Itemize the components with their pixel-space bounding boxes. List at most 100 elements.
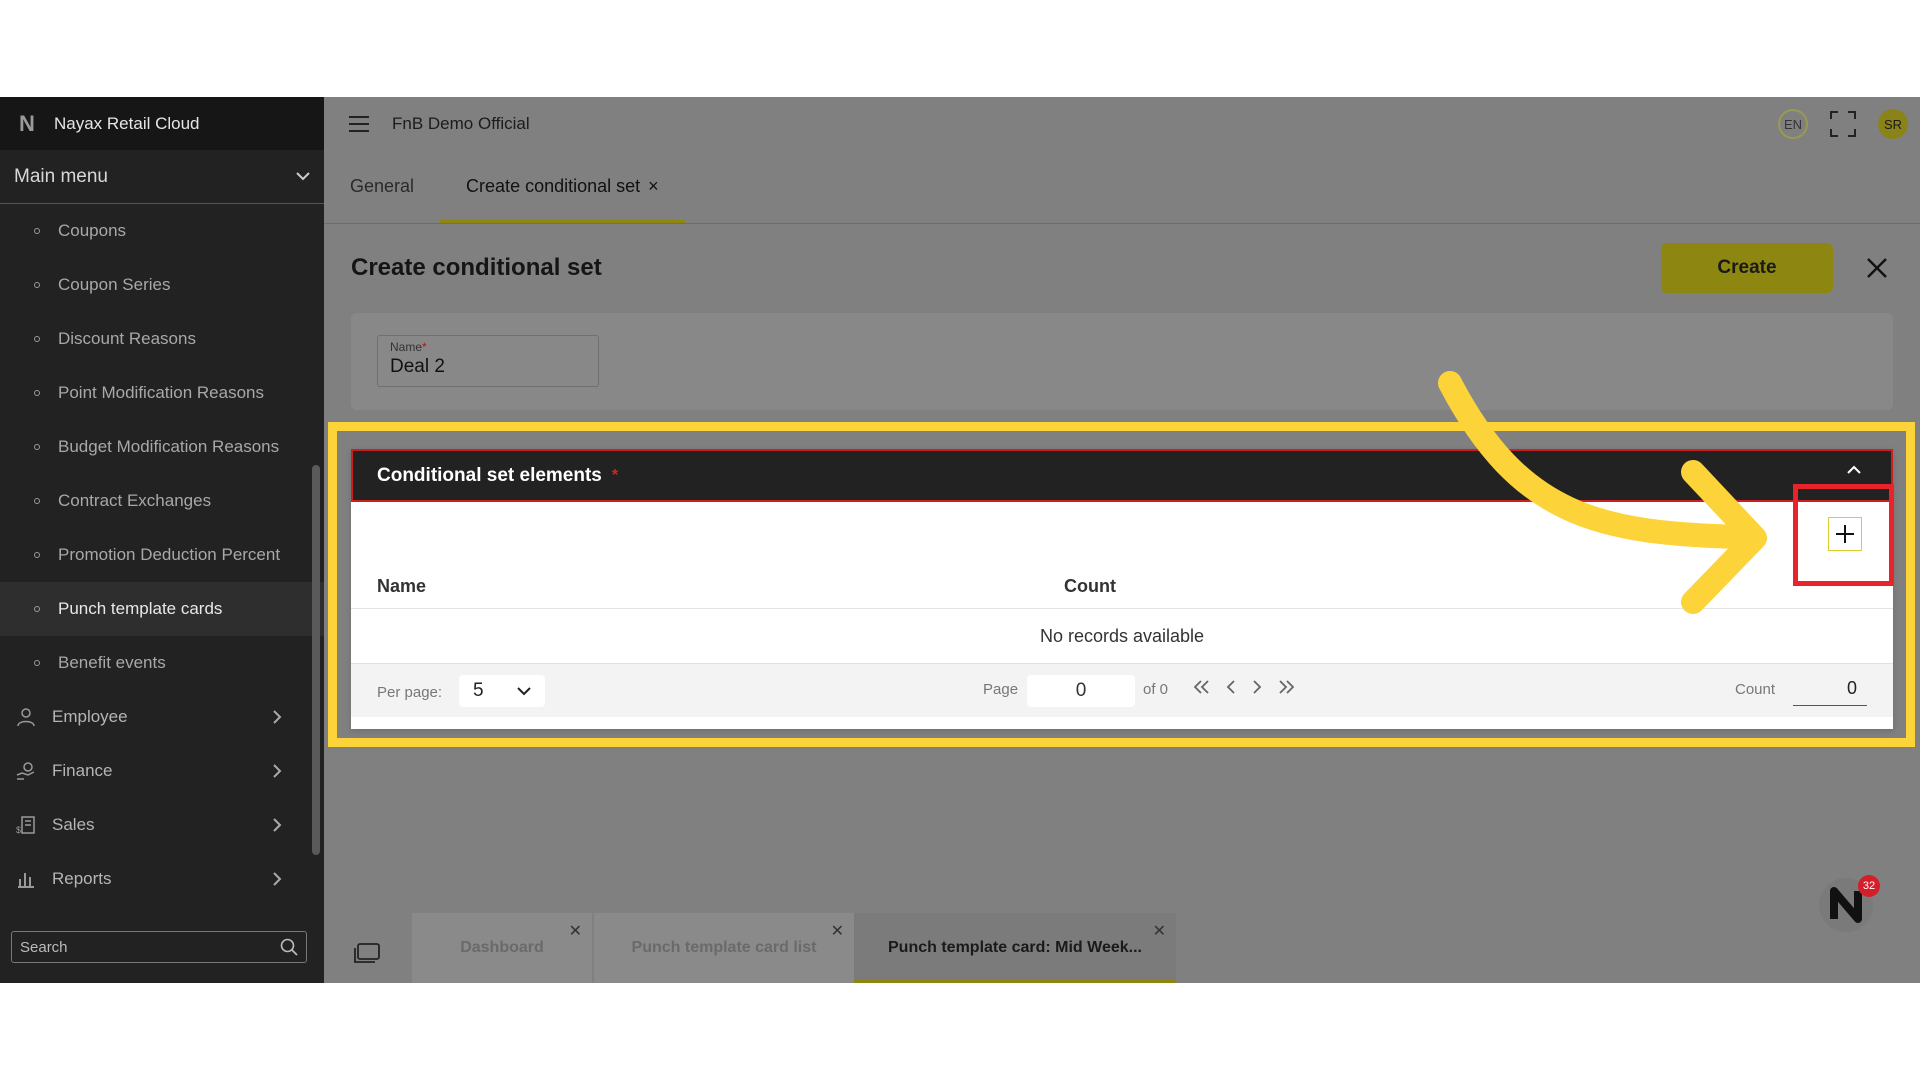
sidebar-item-label: Coupon Series xyxy=(58,275,171,294)
sidebar-item-label: Punch template cards xyxy=(58,599,223,618)
sidebar-item-promotion-deduction-percent[interactable]: Promotion Deduction Percent xyxy=(0,528,324,582)
sidebar-scrollbar[interactable] xyxy=(312,465,320,855)
per-page-label: Per page: xyxy=(377,684,443,701)
close-tab-icon[interactable]: ✕ xyxy=(831,921,844,941)
count-label: Count xyxy=(1735,681,1776,698)
sidebar-group-sales[interactable]: $ Sales xyxy=(0,798,324,852)
sidebar-item-benefit-events[interactable]: Benefit events xyxy=(0,636,324,690)
bottom-tab-punch-template-card-mid-week[interactable]: Punch template card: Mid Week... ✕ xyxy=(854,913,1176,983)
sidebar: N Nayax Retail Cloud Main menu Coupons C… xyxy=(0,97,324,983)
sidebar-item-discount-reasons[interactable]: Discount Reasons xyxy=(0,312,324,366)
create-button[interactable]: Create xyxy=(1661,243,1833,293)
sidebar-group-reports[interactable]: Reports xyxy=(0,852,324,906)
sidebar-item-contract-exchanges[interactable]: Contract Exchanges xyxy=(0,474,324,528)
first-page-icon[interactable] xyxy=(1193,679,1211,695)
required-mark: * xyxy=(422,340,427,354)
windows-icon[interactable] xyxy=(354,943,380,963)
pagination-bar: Per page: 5 Page 0 of 0 Count 0 xyxy=(351,663,1893,717)
nayax-logo-icon: N xyxy=(19,110,35,136)
main-menu-label: Main menu xyxy=(14,165,108,187)
table-header: Name Count xyxy=(351,574,1893,609)
count-value: 0 xyxy=(1793,674,1867,706)
tab-create-conditional-set[interactable]: Create conditional set × xyxy=(440,150,685,223)
language-selector[interactable]: EN xyxy=(1778,109,1808,139)
sidebar-group-finance[interactable]: Finance xyxy=(0,744,324,798)
close-tab-icon[interactable]: ✕ xyxy=(1153,921,1166,941)
tab-divider xyxy=(324,223,1920,224)
last-page-icon[interactable] xyxy=(1277,679,1295,695)
close-tab-icon[interactable]: × xyxy=(648,176,659,197)
sidebar-group-label: Reports xyxy=(52,869,112,888)
page-total: of 0 xyxy=(1143,681,1169,698)
bottom-tab-dashboard[interactable]: Dashboard ✕ xyxy=(412,913,592,983)
page-label: Page xyxy=(983,681,1019,698)
panel-title: Conditional set elements xyxy=(377,464,602,486)
assistant-button[interactable]: 32 xyxy=(1818,875,1880,933)
finance-icon xyxy=(16,762,35,780)
person-icon xyxy=(17,708,35,727)
sidebar-group-label: Employee xyxy=(52,707,128,726)
bullet-icon xyxy=(34,336,40,342)
sidebar-item-budget-modification-reasons[interactable]: Budget Modification Reasons xyxy=(0,420,324,474)
submenu-list: Coupons Coupon Series Discount Reasons P… xyxy=(0,204,324,690)
panel-header[interactable]: Conditional set elements * xyxy=(351,449,1893,502)
bullet-icon xyxy=(34,606,40,612)
sidebar-group-label: Sales xyxy=(52,815,95,834)
main-menu-toggle[interactable]: Main menu xyxy=(0,150,324,204)
name-field[interactable]: Name* Deal 2 xyxy=(377,335,599,387)
bottom-tab-punch-template-card-list[interactable]: Punch template card list ✕ xyxy=(594,913,854,983)
sidebar-item-label: Contract Exchanges xyxy=(58,491,212,510)
chevron-up-icon[interactable] xyxy=(1847,465,1861,474)
bottom-tabs: Dashboard ✕ Punch template card list ✕ P… xyxy=(324,913,1920,983)
close-tab-icon[interactable]: ✕ xyxy=(569,921,582,941)
user-avatar[interactable]: SR xyxy=(1878,109,1908,139)
conditional-set-panel: Conditional set elements * Name Count No… xyxy=(351,449,1893,729)
fullscreen-icon[interactable] xyxy=(1830,111,1856,137)
empty-state: No records available xyxy=(1039,625,1205,646)
sidebar-item-label: Coupons xyxy=(58,221,127,240)
tab-general[interactable]: General xyxy=(324,150,440,223)
column-header-count[interactable]: Count xyxy=(1064,576,1116,597)
sidebar-item-point-modification-reasons[interactable]: Point Modification Reasons xyxy=(0,366,324,420)
page-navigation xyxy=(1193,679,1295,695)
required-mark: * xyxy=(611,466,619,484)
sidebar-group-employee[interactable]: Employee xyxy=(0,690,324,744)
organization-name: FnB Demo Official xyxy=(392,113,530,133)
top-right-actions: EN SR xyxy=(1778,109,1908,139)
sidebar-item-coupons[interactable]: Coupons xyxy=(0,204,324,258)
bullet-icon xyxy=(34,444,40,450)
next-page-icon[interactable] xyxy=(1251,679,1263,695)
column-header-name[interactable]: Name xyxy=(377,576,426,597)
previous-page-icon[interactable] xyxy=(1225,679,1237,695)
name-label-text: Name xyxy=(390,340,423,354)
bottom-tab-label: Dashboard xyxy=(460,939,544,956)
sidebar-item-label: Benefit events xyxy=(58,653,166,672)
sidebar-search-input[interactable]: Search xyxy=(11,931,307,963)
bullet-icon xyxy=(34,552,40,558)
chevron-right-icon xyxy=(273,764,282,778)
page-tabs: General Create conditional set × xyxy=(324,150,1920,223)
top-bar: FnB Demo Official EN SR xyxy=(324,97,1920,150)
sidebar-group-label: Finance xyxy=(52,761,113,780)
sidebar-item-punch-template-cards[interactable]: Punch template cards xyxy=(0,582,324,636)
app-screen: N Nayax Retail Cloud Main menu Coupons C… xyxy=(0,97,1920,983)
close-icon[interactable] xyxy=(1864,255,1890,281)
page-title: Create conditional set xyxy=(351,254,602,281)
hamburger-menu-icon[interactable] xyxy=(348,115,370,132)
sidebar-item-label: Point Modification Reasons xyxy=(58,383,265,402)
highlight-box xyxy=(1793,484,1894,586)
bottom-tab-label: Punch template card: Mid Week... xyxy=(888,939,1142,956)
bullet-icon xyxy=(34,228,40,234)
name-card: Name* Deal 2 xyxy=(351,313,1893,410)
bottom-tab-label: Punch template card list xyxy=(631,939,817,956)
sidebar-item-coupon-series[interactable]: Coupon Series xyxy=(0,258,324,312)
tab-label: Create conditional set xyxy=(466,176,641,196)
bullet-icon xyxy=(34,390,40,396)
per-page-select[interactable]: 5 xyxy=(459,675,545,707)
chevron-down-icon xyxy=(296,172,310,181)
per-page-value: 5 xyxy=(473,680,484,701)
sidebar-item-label: Promotion Deduction Percent xyxy=(58,545,281,564)
page-input[interactable]: 0 xyxy=(1027,675,1135,707)
notification-badge: 32 xyxy=(1858,875,1880,897)
brand-bar[interactable]: N Nayax Retail Cloud xyxy=(0,97,324,150)
